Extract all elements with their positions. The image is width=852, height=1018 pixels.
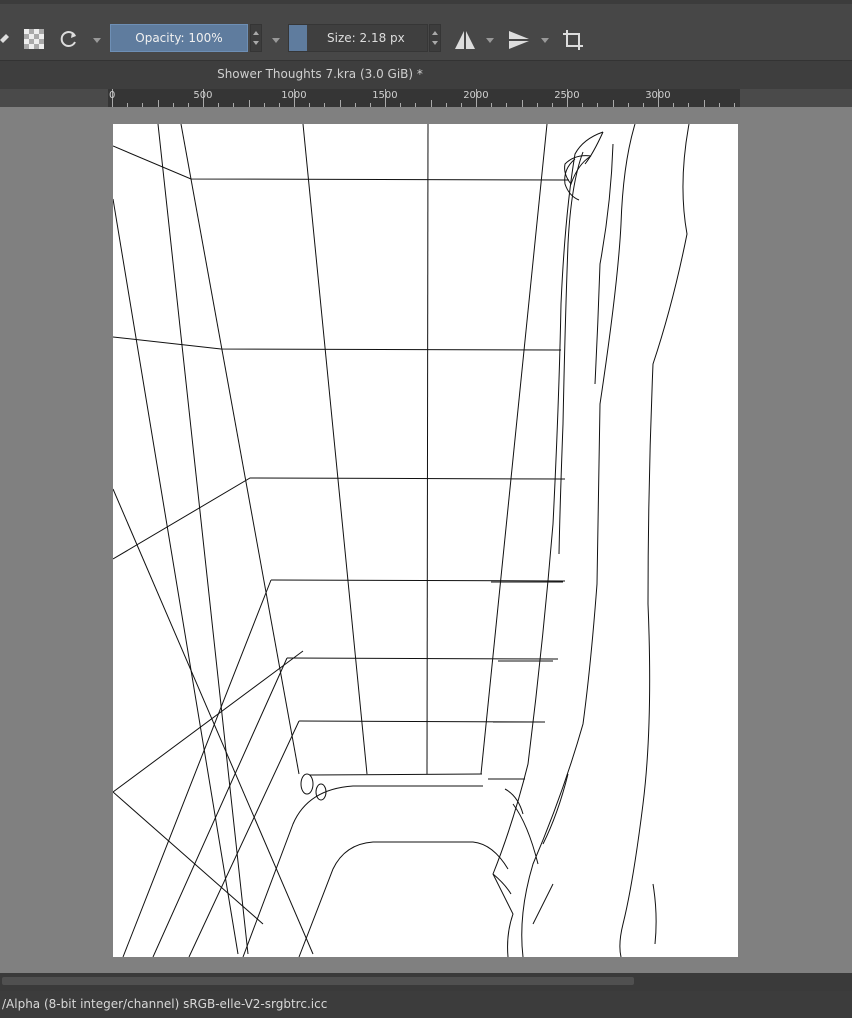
color-space-label[interactable]: /Alpha (8-bit integer/channel) sRGB-elle…: [2, 997, 327, 1011]
brush-toolbar: Opacity: 100% Size: 2.18 px: [0, 4, 852, 60]
size-slider-fill: [289, 25, 307, 51]
eraser-icon[interactable]: [0, 28, 10, 50]
opacity-label: Opacity: 100%: [135, 31, 223, 45]
size-spinner[interactable]: [429, 24, 441, 52]
ruler-tick: [430, 100, 432, 107]
ruler-label: 2500: [554, 90, 580, 101]
opacity-dropdown-arrow[interactable]: [272, 38, 280, 43]
ruler-tick: [703, 100, 705, 107]
mirror-vertical-dropdown-arrow[interactable]: [541, 38, 549, 43]
wrap-around-icon[interactable]: [561, 28, 585, 52]
horizontal-scrollbar[interactable]: [0, 973, 852, 991]
status-bar: /Alpha (8-bit integer/channel) sRGB-elle…: [0, 991, 852, 1018]
ruler-label: 0: [109, 90, 116, 101]
mirror-horizontal-dropdown-arrow[interactable]: [486, 38, 494, 43]
reset-icon[interactable]: [58, 28, 80, 50]
canvas-area[interactable]: [0, 107, 852, 973]
sketch-drawing: [113, 124, 690, 957]
document-tab-bar: Shower Thoughts 7.kra (3.0 GiB) *: [0, 60, 852, 90]
ruler-label: 500: [193, 90, 213, 101]
ruler-label: 1500: [372, 90, 398, 101]
ruler-tick: [612, 100, 614, 107]
document-title[interactable]: Shower Thoughts 7.kra (3.0 GiB) *: [0, 67, 640, 81]
alpha-lock-icon[interactable]: [23, 28, 45, 50]
horizontal-ruler[interactable]: 0 500 1000 1500 2000 2500 3000: [108, 89, 740, 107]
mirror-vertical-icon[interactable]: [507, 28, 531, 52]
opacity-slider[interactable]: Opacity: 100%: [110, 24, 248, 52]
horizontal-scrollbar-thumb[interactable]: [2, 977, 634, 985]
ruler-row: 0 500 1000 1500 2000 2500 3000: [0, 89, 852, 107]
size-slider[interactable]: Size: 2.18 px: [288, 24, 428, 52]
ruler-label: 1000: [281, 90, 307, 101]
reset-dropdown-arrow[interactable]: [93, 38, 101, 43]
ruler-tick: [521, 100, 523, 107]
ruler-tick: [248, 100, 250, 107]
ruler-tick: [339, 100, 341, 107]
mirror-horizontal-icon[interactable]: [453, 28, 477, 52]
drawing-canvas[interactable]: [113, 124, 738, 957]
ruler-label: 3000: [645, 90, 671, 101]
opacity-spinner[interactable]: [250, 24, 262, 52]
size-label: Size: 2.18 px: [327, 31, 405, 45]
ruler-label: 2000: [463, 90, 489, 101]
ruler-tick: [157, 100, 159, 107]
